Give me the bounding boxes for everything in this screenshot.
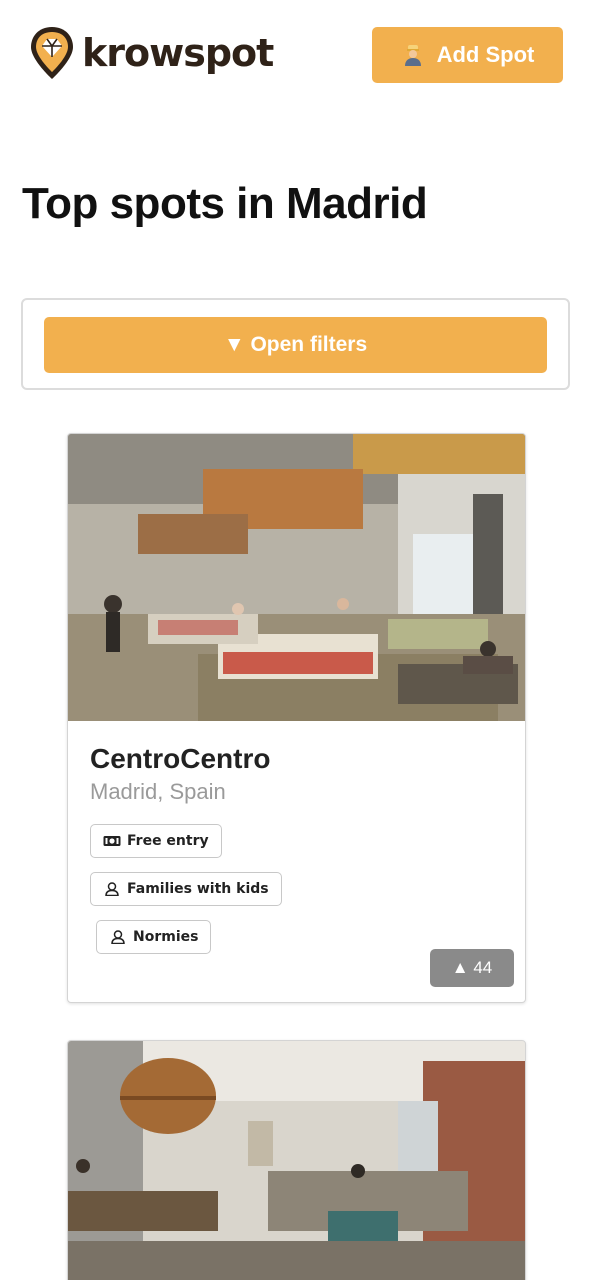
spot-card[interactable]	[67, 1040, 526, 1280]
person-icon	[404, 45, 421, 66]
open-filters-button[interactable]: ▼ Open filters	[44, 317, 547, 373]
add-spot-button[interactable]: Add Spot	[372, 27, 563, 83]
upvote-button[interactable]: ▲ 44	[430, 949, 514, 987]
logo[interactable]: krowspot	[28, 24, 274, 82]
pin-logo-icon	[31, 27, 73, 79]
upvote-label: ▲ 44	[451, 958, 493, 977]
tag-label: Families with kids	[127, 880, 269, 897]
spot-location: Madrid, Spain	[90, 779, 226, 805]
tag-families-with-kids[interactable]: Families with kids	[90, 871, 282, 906]
spot-photo[interactable]	[68, 1041, 526, 1280]
tag-label: Normies	[133, 928, 199, 945]
open-filters-label: ▼ Open filters	[223, 333, 368, 356]
spot-tags: Free entry Families with kids Normies	[90, 823, 420, 968]
money-icon	[103, 835, 121, 846]
tag-label: Free entry	[127, 832, 209, 849]
header: krowspot Add Spot	[0, 0, 591, 110]
spot-photo[interactable]	[68, 434, 526, 721]
user-icon	[111, 929, 125, 944]
spot-card-body: CentroCentro Madrid, Spain Free entry Fa…	[68, 721, 525, 987]
add-spot-label: Add Spot	[436, 42, 535, 67]
spot-name[interactable]: CentroCentro	[90, 743, 503, 775]
filter-panel: ▼ Open filters	[21, 298, 570, 390]
page-title: Top spots in Madrid	[22, 179, 428, 228]
logo-text: krowspot	[82, 31, 274, 75]
tag-normies[interactable]: Normies	[96, 919, 212, 954]
tag-free-entry[interactable]: Free entry	[90, 823, 222, 858]
user-icon	[105, 881, 119, 896]
spot-card[interactable]: CentroCentro Madrid, Spain Free entry Fa…	[67, 433, 526, 1003]
